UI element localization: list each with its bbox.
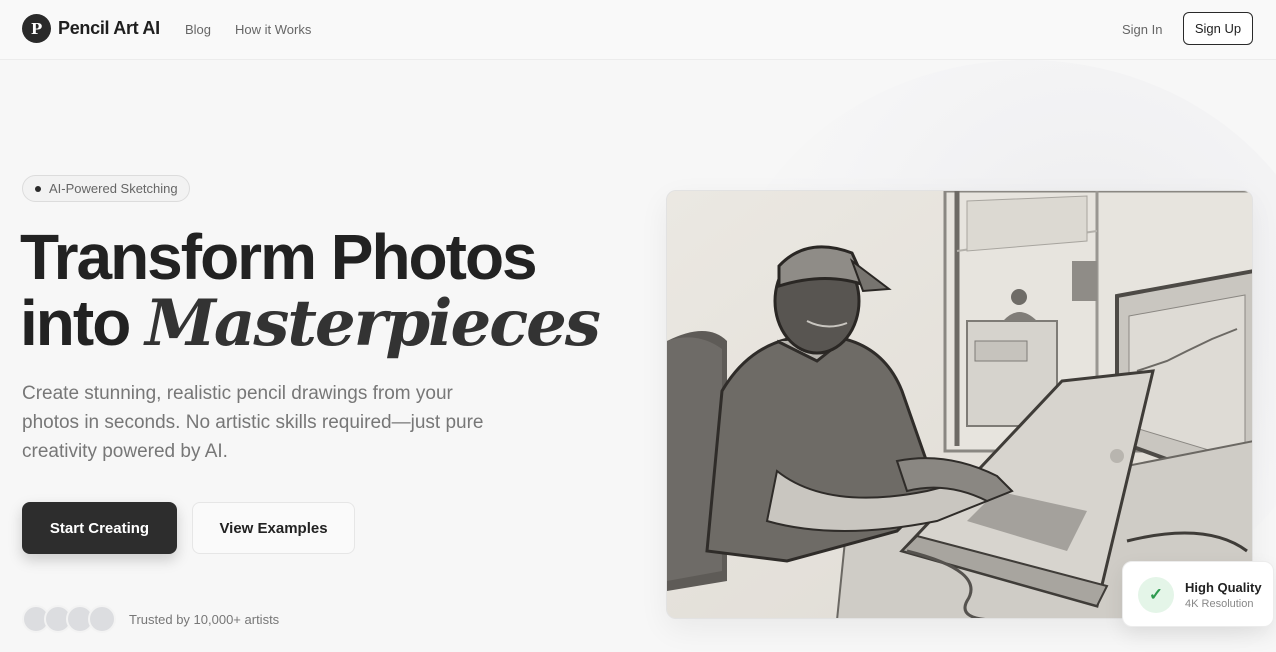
sign-up-button[interactable]: Sign Up — [1183, 12, 1253, 45]
nav-link-how-it-works[interactable]: How it Works — [235, 22, 311, 37]
top-navigation: P Pencil Art AI Blog How it Works Sign I… — [0, 0, 1276, 60]
logo-icon: P — [22, 14, 51, 43]
sign-in-link[interactable]: Sign In — [1122, 22, 1162, 37]
hero-headline: Transform Photos into Masterpieces — [20, 224, 640, 357]
brand[interactable]: P Pencil Art AI — [22, 14, 160, 43]
pencil-sketch-illustration — [667, 191, 1252, 618]
headline-line-2: into Masterpieces — [20, 290, 640, 357]
quality-badge-card: ✓ High Quality 4K Resolution — [1122, 561, 1274, 627]
headline-accent: Masterpieces — [145, 286, 601, 361]
start-creating-button[interactable]: Start Creating — [22, 502, 177, 554]
nav-link-blog[interactable]: Blog — [185, 22, 211, 37]
headline-line-1: Transform Photos — [20, 221, 538, 293]
feature-badge: AI-Powered Sketching — [22, 175, 190, 202]
badge-dot-icon — [35, 185, 41, 192]
quality-title: High Quality — [1185, 580, 1262, 595]
view-examples-button[interactable]: View Examples — [192, 502, 355, 554]
check-icon: ✓ — [1138, 577, 1174, 613]
avatar-group — [22, 605, 122, 633]
badge-label: AI-Powered Sketching — [49, 181, 178, 196]
headline-plain: into — [20, 287, 146, 359]
trust-text: Trusted by 10,000+ artists — [129, 612, 280, 627]
showcase-image — [666, 190, 1253, 619]
hero-subtitle: Create stunning, realistic pencil drawin… — [22, 383, 484, 462]
avatar — [88, 605, 116, 633]
quality-subtitle: 4K Resolution — [1185, 598, 1254, 610]
brand-name: Pencil Art AI — [58, 18, 160, 38]
